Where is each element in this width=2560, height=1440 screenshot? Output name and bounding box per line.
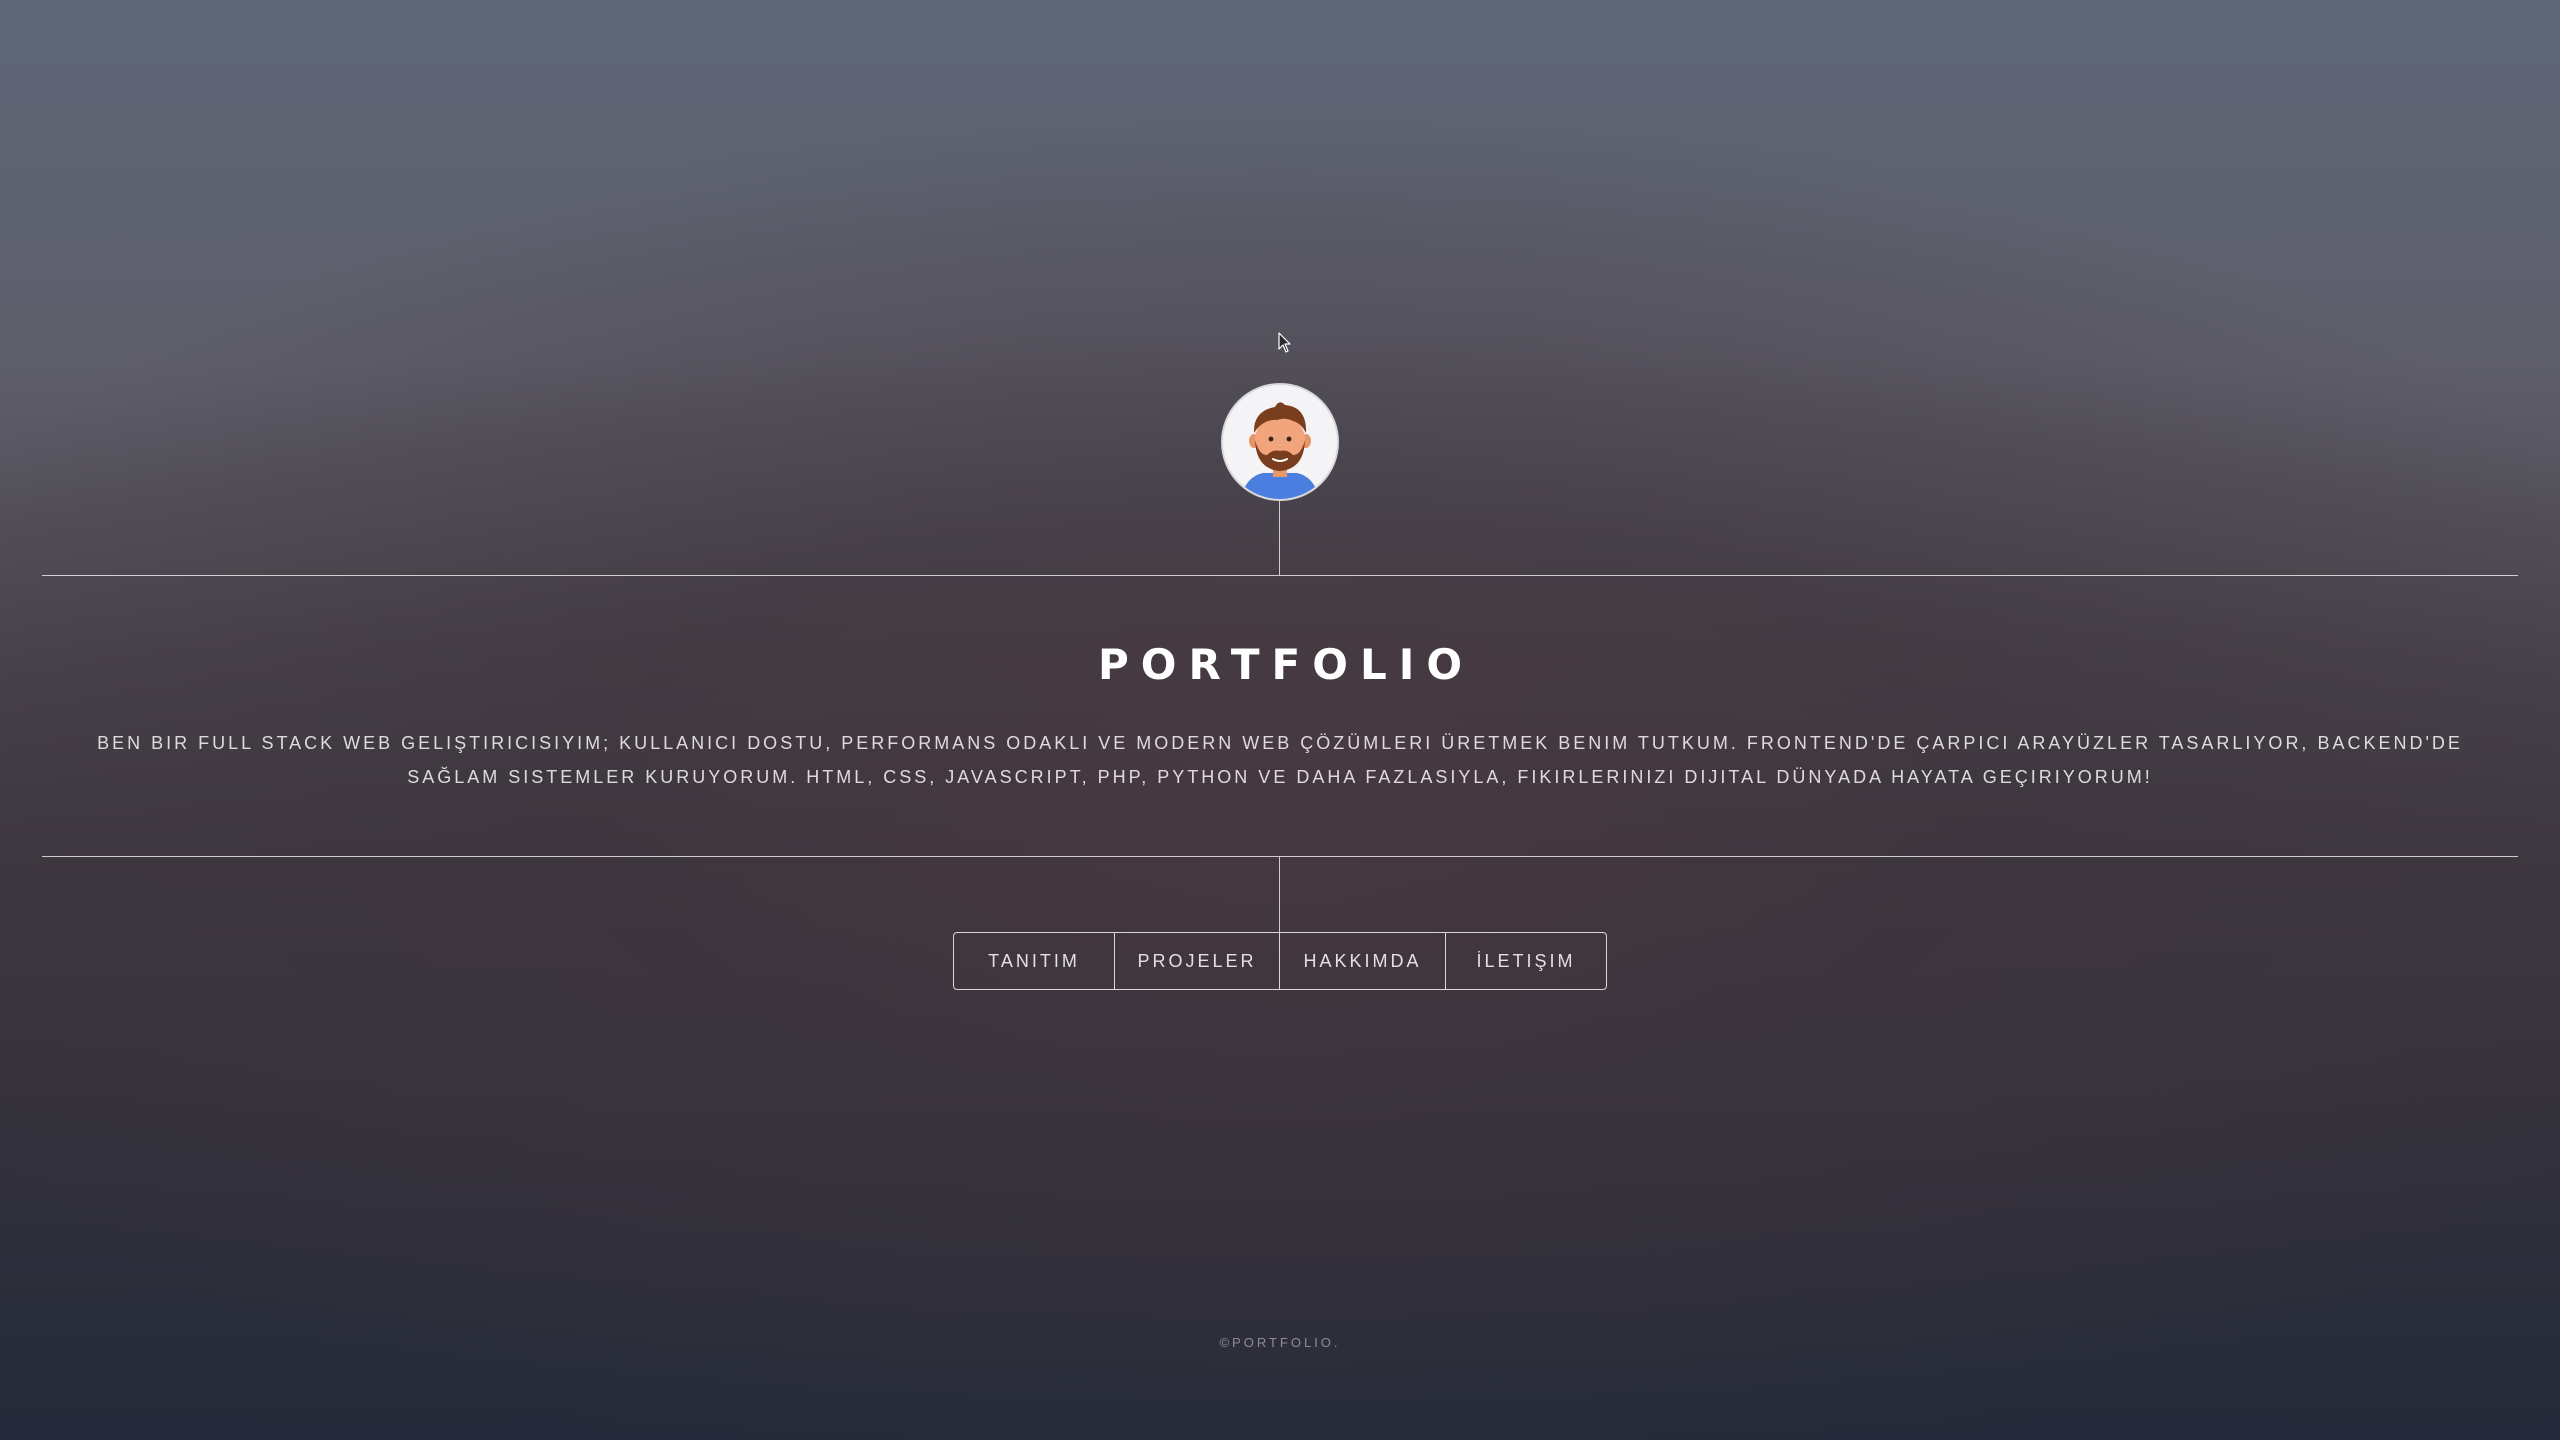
connector-line-top — [1279, 501, 1280, 575]
main-nav: TANITIM PROJELER HAKKIMDA İLETIŞIM — [953, 932, 1607, 990]
portfolio-page: PORTFOLIO BEN BIR FULL STACK WEB GELIŞTI… — [0, 0, 2560, 1440]
connector-line-bottom — [1279, 857, 1280, 933]
divider-top — [42, 575, 2518, 576]
divider-bottom — [42, 856, 2518, 857]
nav-item-hakkimda[interactable]: HAKKIMDA — [1280, 933, 1446, 989]
bearded-man-avatar-icon — [1223, 385, 1337, 499]
avatar — [1221, 383, 1339, 501]
page-title: PORTFOLIO — [1097, 640, 1475, 689]
nav-item-iletisim[interactable]: İLETIŞIM — [1446, 933, 1606, 989]
mouse-pointer-icon — [1278, 332, 1292, 354]
footer-copyright: ©PORTFOLIO. — [1219, 1335, 1341, 1350]
nav-item-tanitim[interactable]: TANITIM — [954, 933, 1115, 989]
nav-item-projeler[interactable]: PROJELER — [1115, 933, 1280, 989]
intro-description: BEN BIR FULL STACK WEB GELIŞTIRICISIYIM;… — [97, 733, 2463, 787]
